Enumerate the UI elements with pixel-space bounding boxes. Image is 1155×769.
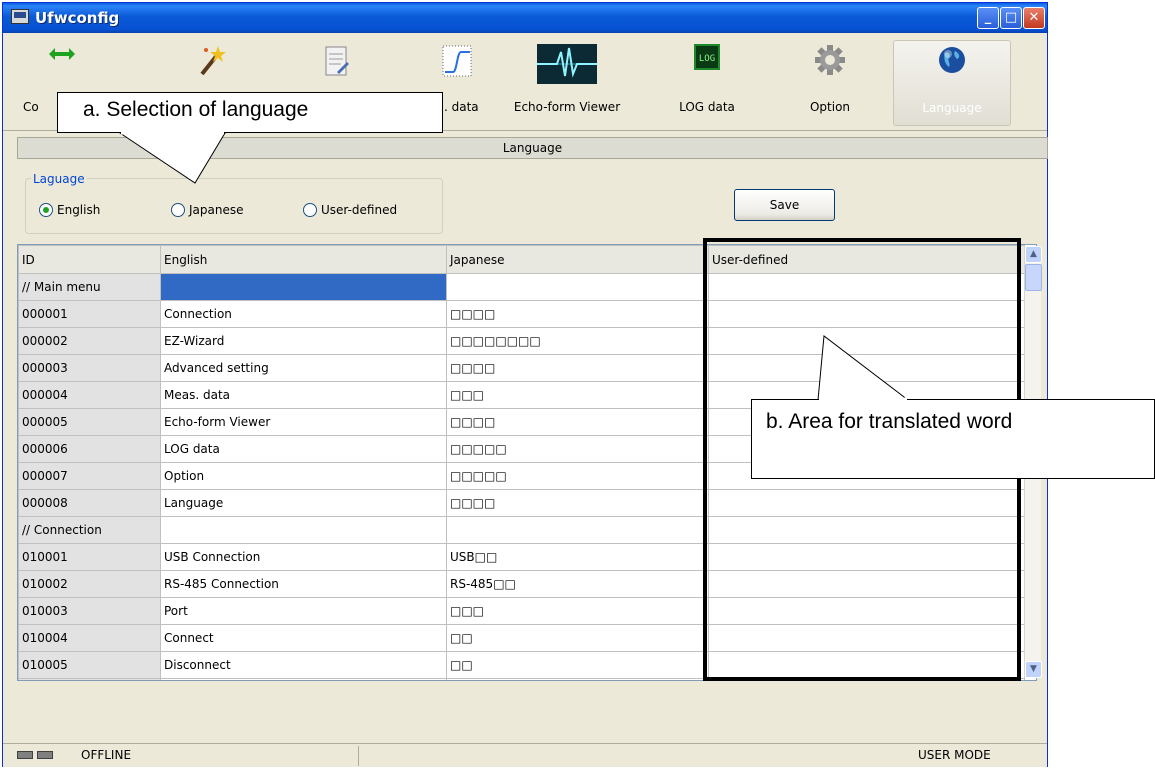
callout-pointer-joins: [121, 131, 907, 401]
